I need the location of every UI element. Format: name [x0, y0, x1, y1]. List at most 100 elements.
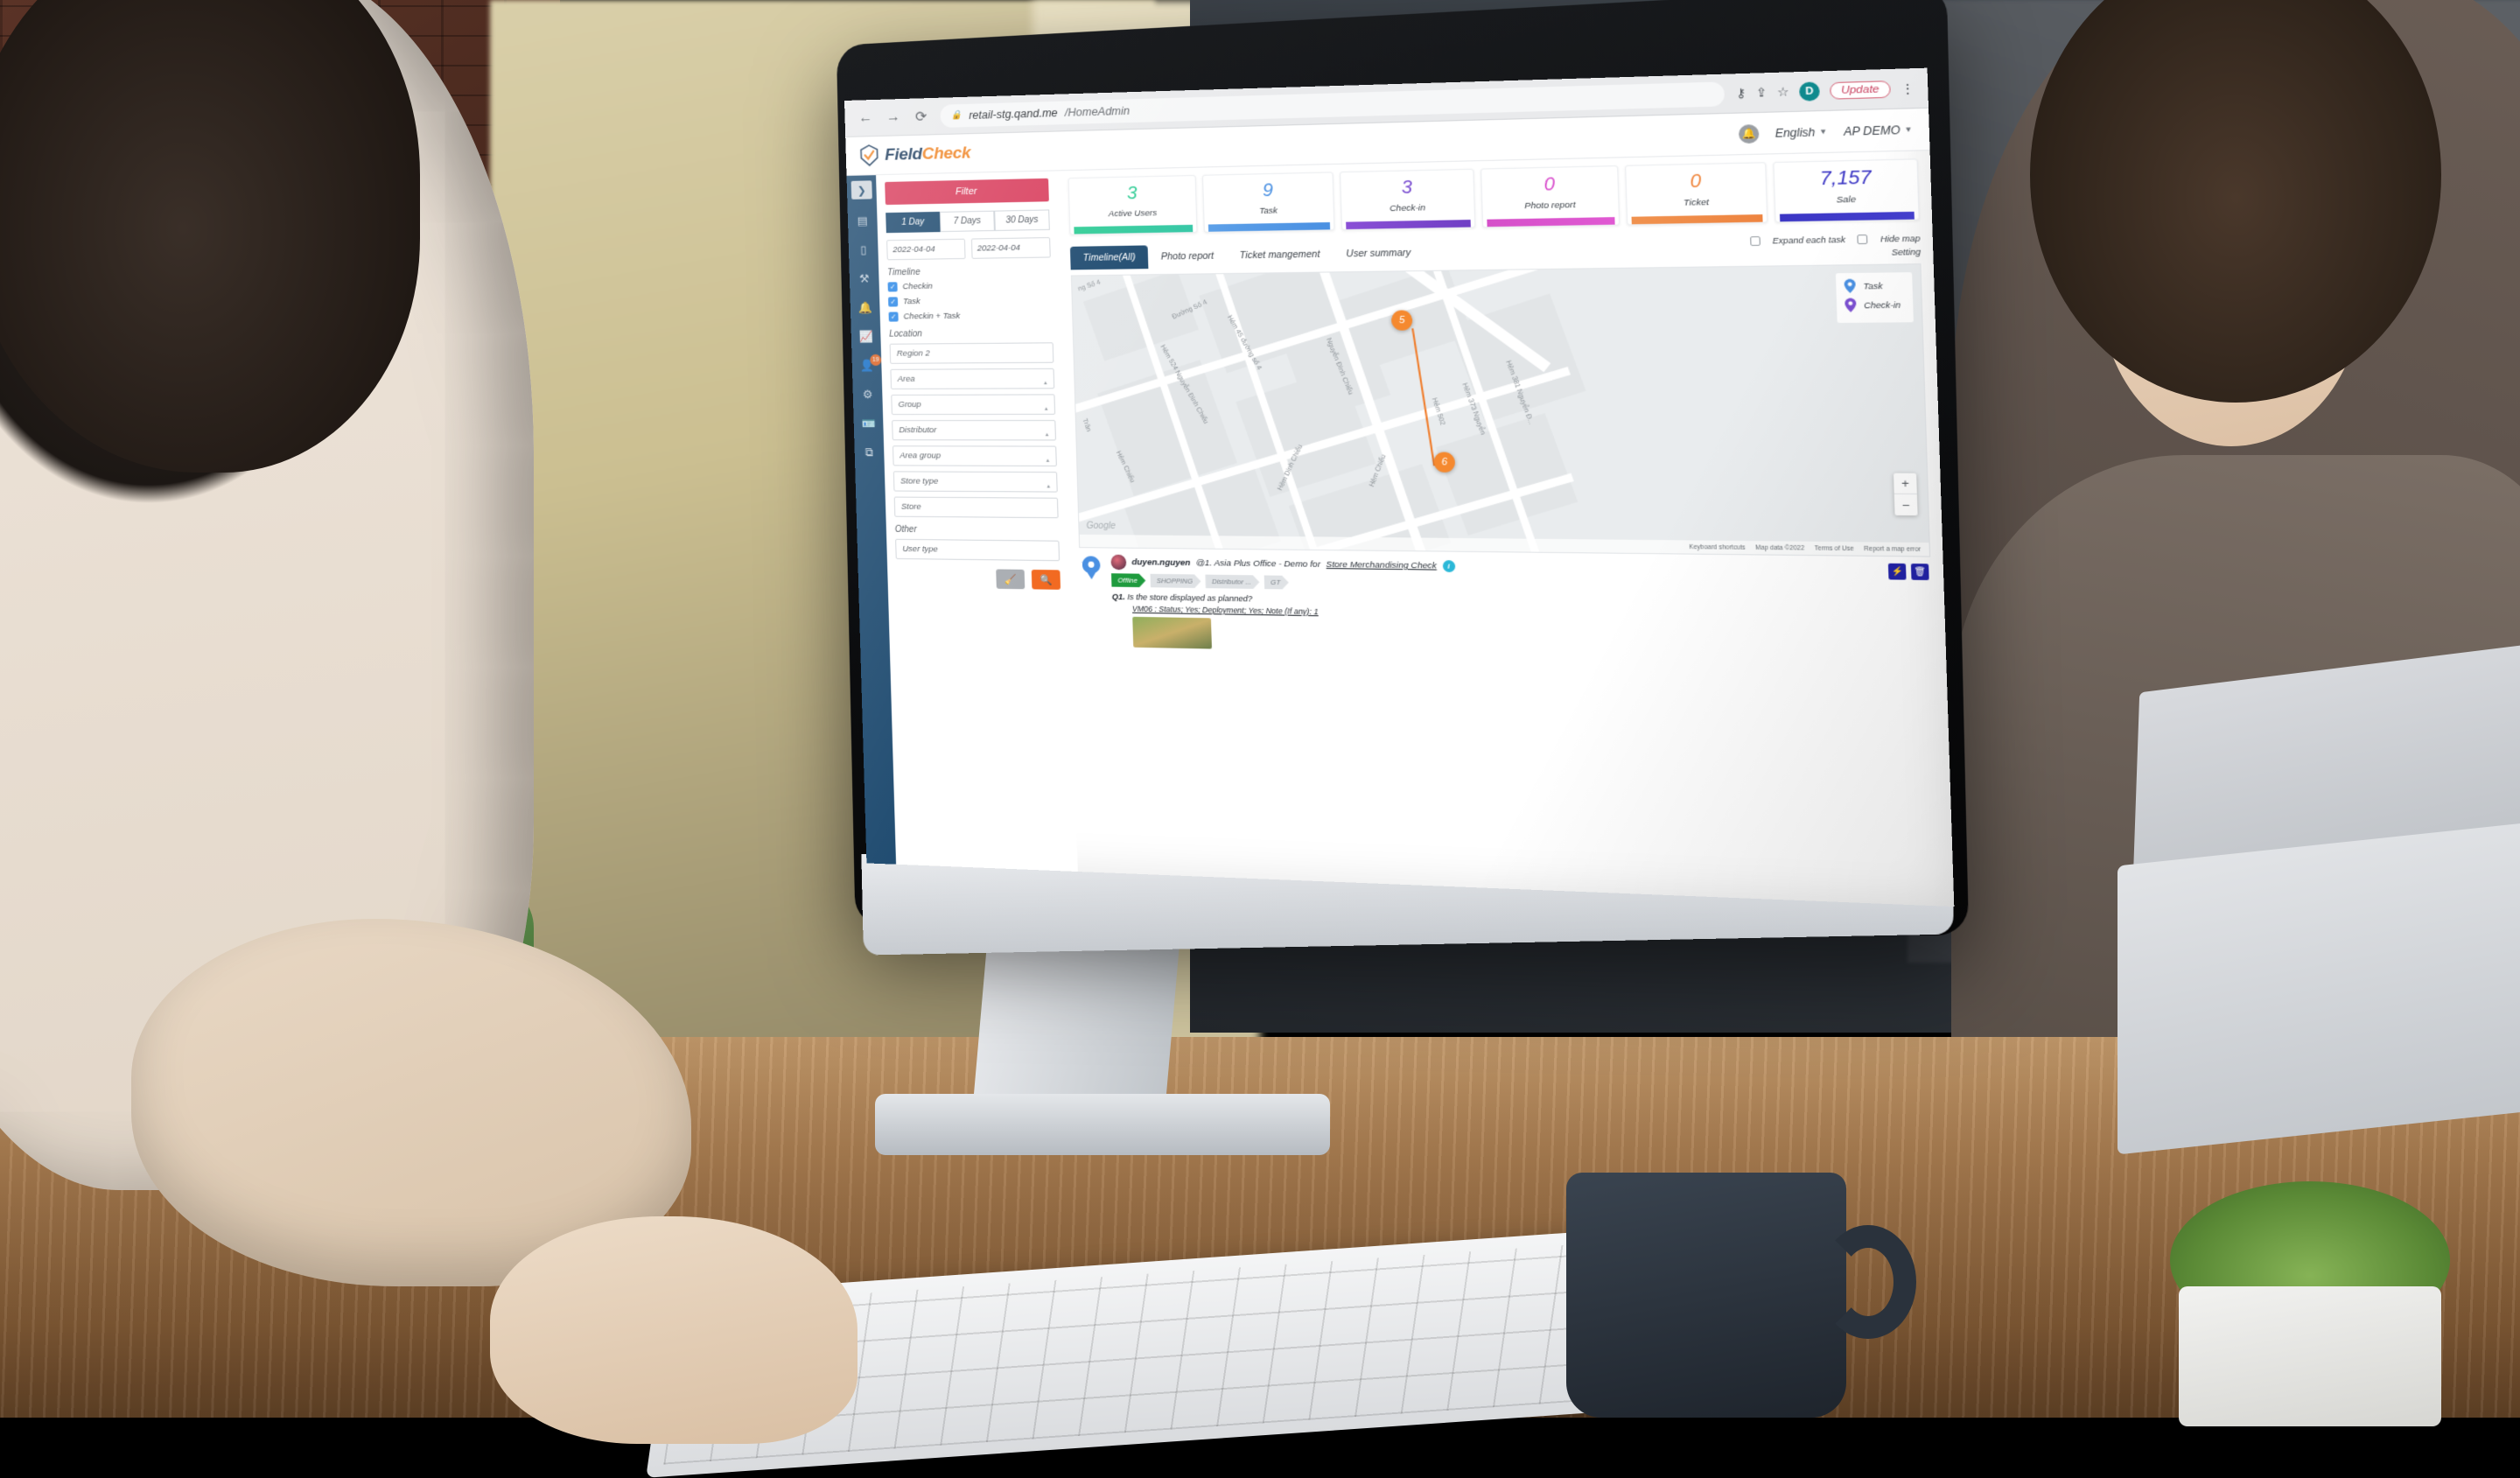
logo[interactable]: FieldCheck [859, 142, 971, 166]
kpi-value: 3 [1127, 185, 1138, 203]
info-icon[interactable]: i [1442, 560, 1455, 572]
tab-timeline[interactable]: Timeline(All) [1070, 245, 1149, 270]
monitor-base [875, 1094, 1330, 1155]
region-input[interactable]: Region 2 [890, 342, 1054, 364]
terms-of-use-link[interactable]: Terms of Use [1815, 545, 1854, 552]
star-icon[interactable]: ☆ [1777, 84, 1789, 100]
logo-text-check: Check [921, 144, 970, 164]
range-7-days[interactable]: 7 Days [940, 211, 995, 232]
back-arrow-icon[interactable]: ← [857, 109, 874, 128]
timeline-entry[interactable]: duyen.nguyen @1. Asia Plus Office - Demo… [1110, 555, 1934, 663]
select-store-type-label: Store type [900, 476, 938, 486]
tag-distributor: Distributor ... [1205, 575, 1259, 589]
language-selector[interactable]: English ▼ [1774, 125, 1827, 140]
date-range-segmented: 1 Day 7 Days 30 Days [886, 209, 1050, 233]
setting-link[interactable]: Setting [1750, 247, 1921, 259]
tab-user-summary[interactable]: User summary [1333, 241, 1424, 266]
kpi-ticket[interactable]: 0 Ticket [1625, 162, 1768, 225]
tab-bar: Timeline(All) Photo report Ticket mangem… [1070, 233, 1921, 270]
select-user-type-label: User type [902, 544, 938, 555]
select-distributor[interactable]: Distributor ▲ [892, 420, 1056, 440]
kpi-active-users[interactable]: 3 Active Users [1068, 175, 1198, 235]
kpi-checkin[interactable]: 3 Check-in [1340, 169, 1475, 230]
laptop-base [2118, 815, 2520, 1155]
rail-item-profile[interactable]: 🪪 [861, 417, 875, 431]
tab-photo-report[interactable]: Photo report [1148, 244, 1228, 269]
profile-avatar[interactable]: D [1799, 81, 1820, 101]
key-icon[interactable]: ⚷ [1736, 85, 1746, 101]
keyboard-shortcuts-link[interactable]: Keyboard shortcuts [1689, 543, 1745, 550]
forward-arrow-icon[interactable]: → [885, 109, 902, 127]
range-30-days[interactable]: 30 Days [994, 209, 1050, 231]
select-user-type[interactable]: User type [895, 539, 1060, 561]
rail-item-notification[interactable]: 🔔 [858, 301, 872, 315]
rail-item-settings[interactable]: ⚙ [863, 388, 873, 402]
zoom-in-button[interactable]: + [1894, 473, 1917, 494]
search-button[interactable]: 🔍 [1032, 570, 1060, 590]
answer-photo[interactable] [1132, 617, 1212, 649]
select-store-type[interactable]: Store type ▲ [893, 471, 1058, 492]
checkbox-hide-map[interactable] [1858, 235, 1868, 244]
update-button[interactable]: Update [1830, 81, 1891, 100]
users-badge: 19 [870, 354, 881, 366]
tag-offline: Offline [1111, 573, 1145, 587]
location-group-label: Location [889, 328, 1053, 340]
hide-map-label: Hide map [1880, 234, 1921, 244]
select-area-group[interactable]: Area group ▲ [892, 445, 1057, 466]
kebab-menu-icon[interactable]: ⋮ [1900, 81, 1914, 96]
checkbox-expand-each-task[interactable] [1750, 236, 1760, 246]
date-to-input[interactable]: 2022-04-04 [970, 237, 1050, 259]
coffee-mug [1566, 1173, 1846, 1418]
kpi-task[interactable]: 9 Task [1202, 172, 1335, 232]
rail-item-reports[interactable]: ⧉ [865, 445, 874, 459]
lock-icon: 🔒 [951, 110, 962, 120]
checkbox-task[interactable]: ✓ Task [888, 295, 1052, 306]
rail-item-users[interactable]: 👤 19 [859, 359, 873, 373]
reload-icon[interactable]: ⟳ [912, 108, 930, 126]
date-from-input[interactable]: 2022-04-04 [886, 239, 965, 261]
report-map-error-link[interactable]: Report a map error [1864, 545, 1921, 552]
select-store-label: Store [901, 502, 921, 512]
kpi-value: 7,157 [1819, 168, 1871, 188]
timeline-group-label: Timeline [887, 266, 1051, 278]
account-menu[interactable]: AP DEMO ▼ [1844, 123, 1913, 137]
feed-task-link[interactable]: Store Merchandising Check [1326, 560, 1437, 571]
tab-ticket-management[interactable]: Ticket mangement [1227, 242, 1334, 268]
other-group-label: Other [895, 525, 1060, 536]
checkbox-checkin[interactable]: ✓ Checkin [888, 280, 1052, 292]
select-store[interactable]: Store [894, 497, 1059, 519]
chevron-icon: ▲ [1043, 381, 1048, 386]
rail-item-device[interactable]: ▯ [860, 243, 867, 257]
map-marker-6[interactable]: 6 [1433, 452, 1455, 473]
kpi-accent-bar [1487, 217, 1614, 227]
map-marker-5[interactable]: 5 [1391, 310, 1413, 330]
flash-icon[interactable]: ⚡ [1888, 564, 1907, 580]
kpi-sale[interactable]: 7,157 Sale [1773, 158, 1920, 222]
rail-item-task[interactable]: ⚒ [859, 272, 870, 286]
legend-task-label: Task [1863, 281, 1882, 291]
kpi-label: Active Users [1109, 208, 1158, 219]
zoom-out-button[interactable]: − [1894, 494, 1918, 515]
kpi-accent-bar [1208, 222, 1330, 232]
rail-expand-toggle[interactable]: ❯ [851, 180, 872, 200]
rail-item-dashboard[interactable]: ▤ [857, 214, 868, 228]
logo-text-field: Field [885, 144, 922, 164]
clear-filter-button[interactable]: 🧹 [996, 569, 1025, 589]
kpi-accent-bar [1632, 214, 1763, 224]
checkbox-checkin-task[interactable]: ✓ Checkin + Task [889, 311, 1053, 322]
map-view[interactable]: ng Số 4 Đường Số 4 Hẻm 45 đường số 4 Hẻm… [1071, 263, 1930, 557]
rail-item-analytics[interactable]: 📈 [858, 330, 872, 344]
share-icon[interactable]: ⇪ [1756, 85, 1768, 101]
feed-username[interactable]: duyen.nguyen [1131, 557, 1190, 568]
kpi-label: Ticket [1684, 198, 1709, 208]
trash-icon[interactable]: 🗑 [1911, 564, 1929, 580]
bell-icon[interactable]: 🔔 [1739, 123, 1760, 143]
expand-each-task-label: Expand each task [1772, 235, 1845, 245]
select-group[interactable]: Group ▲ [891, 394, 1055, 415]
select-area[interactable]: Area ▲ [890, 368, 1054, 389]
map-canvas: ng Số 4 Đường Số 4 Hẻm 45 đường số 4 Hẻm… [1072, 264, 1929, 556]
question-number: Q1. [1112, 592, 1125, 601]
range-1-day[interactable]: 1 Day [886, 212, 940, 233]
kpi-photo-report[interactable]: 0 Photo report [1480, 165, 1620, 228]
filter-panel: Filter 1 Day 7 Days 30 Days 2022-04-04 2… [876, 171, 1078, 872]
